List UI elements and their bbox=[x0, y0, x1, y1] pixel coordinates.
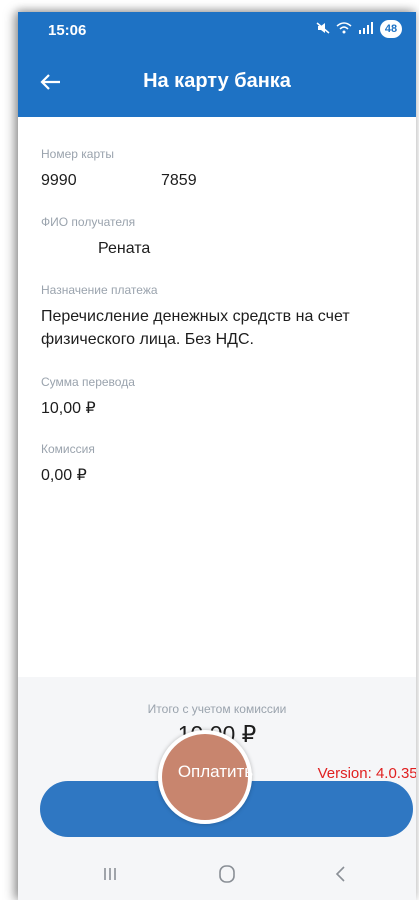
pay-button-label[interactable]: Оплатить bbox=[0, 762, 419, 782]
status-icons: 48 bbox=[316, 20, 402, 38]
system-nav-bar bbox=[18, 847, 416, 900]
wifi-icon bbox=[336, 21, 352, 37]
status-bar: 15:06 48 bbox=[18, 12, 416, 47]
amount-value: 10,00 ₽ bbox=[41, 400, 96, 417]
recipient-field: ФИО получателя Рената bbox=[41, 215, 396, 260]
recent-apps-icon[interactable] bbox=[95, 861, 125, 887]
home-icon[interactable] bbox=[212, 861, 242, 887]
card-number-label: Номер карты bbox=[41, 147, 114, 161]
back-icon[interactable] bbox=[326, 861, 356, 887]
signal-icon bbox=[358, 21, 374, 37]
card-number-part1: 9990 bbox=[41, 172, 77, 189]
card-number-value: 9990 7859 bbox=[41, 169, 396, 192]
fee-value: 0,00 ₽ bbox=[41, 467, 87, 484]
fee-field: Комиссия 0,00 ₽ bbox=[41, 442, 396, 487]
purpose-label: Назначение платежа bbox=[41, 283, 158, 297]
amount-label: Сумма перевода bbox=[41, 375, 135, 389]
fee-label: Комиссия bbox=[41, 442, 95, 456]
total-label: Итого с учетом комиссии bbox=[147, 702, 287, 716]
purpose-value: Перечисление денежных средств на счет фи… bbox=[41, 308, 350, 348]
payment-details: Номер карты 9990 7859 ФИО получателя Рен… bbox=[18, 117, 416, 677]
card-number-part2: 7859 bbox=[161, 172, 197, 189]
amount-field: Сумма перевода 10,00 ₽ bbox=[41, 375, 396, 420]
mute-icon bbox=[316, 21, 330, 37]
card-number-field: Номер карты 9990 7859 bbox=[41, 147, 396, 192]
status-time: 15:06 bbox=[48, 22, 87, 39]
battery-icon: 48 bbox=[380, 20, 402, 38]
page-title: На карту банка bbox=[143, 70, 291, 92]
app-bar: На карту банка bbox=[18, 47, 416, 117]
recipient-label: ФИО получателя bbox=[41, 215, 136, 229]
purpose-field: Назначение платежа Перечисление денежных… bbox=[41, 283, 396, 351]
recipient-value: Рената bbox=[98, 240, 151, 257]
